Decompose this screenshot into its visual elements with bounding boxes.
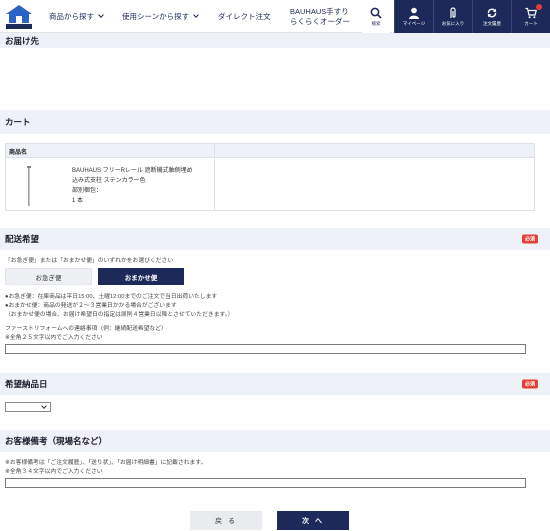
nav-direct-order-label: ダイレクト注文: [218, 12, 271, 21]
nav-direct-order[interactable]: ダイレクト注文: [218, 0, 271, 33]
section-title: 希望納品日: [5, 379, 48, 389]
remarks-input[interactable]: [5, 478, 526, 488]
contact-field-limit: ※全角２５文字以内でご入力ください: [5, 335, 103, 341]
desired-date-select[interactable]: [5, 402, 51, 412]
column-divider: [214, 144, 215, 210]
urgent-shipping-button[interactable]: お急ぎ便: [5, 268, 92, 285]
item-packaging: 部別梱包：: [72, 188, 103, 194]
col-product-name: 商品名: [9, 150, 28, 156]
item-name-line1: BAUHAUS フリーRレール 遮断機式軸側埋め: [72, 168, 193, 174]
shipping-note-date: （おまかせ便の場合、お届け希望日の指定は原則４営業日以降とさせていただきます。）: [5, 312, 234, 318]
shipping-prompt: 「お急ぎ便」または「おまかせ便」のいずれかをお選びください: [5, 258, 174, 264]
cart-item-info: BAUHAUS フリーRレール 遮断機式軸側埋め 込み式支柱 ステンカラー色 部…: [72, 166, 210, 206]
shipping-note-urgent: ●お急ぎ便：在庫商品は平日15:00、土曜12:00までのご注文で当日出荷いたし…: [5, 294, 218, 300]
required-badge: 必須: [521, 379, 538, 389]
nav-easy-order-line2: らくらくオーダー: [290, 16, 350, 26]
nav-scenes[interactable]: 使用シーンから探す: [122, 0, 199, 33]
remarks-note: ※お客様備考は「ご注文履歴」、「送り状」、「お届け明細書」に記載されます。: [5, 460, 207, 466]
search-label: 検索: [371, 20, 381, 26]
cart-badge: [536, 4, 542, 10]
standard-shipping-button[interactable]: おまかせ便: [98, 268, 184, 285]
favorites-button[interactable]: お気に入り: [433, 0, 472, 33]
section-shipping: 配送希望 必須: [0, 228, 550, 250]
section-remarks: お客様備考（現場名など）: [0, 430, 550, 452]
remarks-limit: ※全角３４文字以内でご入力ください: [5, 469, 103, 475]
section-title: お客様備考（現場名など）: [5, 436, 108, 446]
nav-easy-order-line1: BAUHAUS手すり: [290, 6, 349, 16]
shipping-note-standard: ●おまかせ便：商品の発送が２～３営業日かかる場合がございます: [5, 303, 177, 309]
mypage-button[interactable]: マイページ: [394, 0, 433, 33]
item-name-line2: 込み式支柱 ステンカラー色: [72, 178, 146, 184]
cart-button[interactable]: カート: [511, 0, 550, 33]
user-icon: [409, 7, 419, 19]
paperclip-icon: [450, 6, 456, 18]
chevron-down-icon: [41, 403, 47, 409]
section-title: 配送希望: [5, 234, 40, 244]
bauhaus-logo[interactable]: [5, 4, 33, 30]
order-history-label: 注文履歴: [483, 20, 501, 26]
nav-scenes-label: 使用シーンから探す: [122, 12, 190, 21]
section-cart: カート: [0, 110, 550, 134]
contact-field-label: ファーストリフォームへの連絡事項（例：継続配送希望など）: [5, 326, 167, 332]
search-button[interactable]: 検索: [362, 0, 390, 33]
contact-input[interactable]: [5, 344, 526, 354]
order-history-button[interactable]: 注文履歴: [472, 0, 511, 33]
section-delivery-address: お届け先: [0, 33, 550, 48]
next-button[interactable]: 次 へ: [277, 511, 349, 530]
cart-table-header: 商品名: [6, 144, 534, 158]
site-header: 商品から探す 使用シーンから探す ダイレクト注文 BAUHAUS手すり らくらく…: [0, 0, 550, 33]
chevron-down-icon: [98, 12, 104, 18]
cart-label: カート: [524, 20, 538, 26]
history-icon: [487, 8, 497, 17]
nav-products[interactable]: 商品から探す: [49, 0, 104, 33]
required-badge: 必須: [521, 234, 538, 244]
section-title: カート: [5, 117, 31, 127]
favorites-label: お気に入り: [441, 20, 465, 26]
cart-icon: [525, 7, 537, 18]
product-thumbnail[interactable]: [27, 166, 31, 206]
section-desired-date: 希望納品日 必須: [0, 373, 550, 395]
search-icon: [370, 7, 382, 19]
section-title: お届け先: [5, 35, 40, 46]
chevron-down-icon: [193, 12, 199, 18]
nav-easy-order[interactable]: BAUHAUS手すり らくらくオーダー: [290, 0, 350, 33]
mypage-label: マイページ: [402, 20, 426, 26]
cart-table: 商品名 BAUHAUS フリーRレール 遮断機式軸側埋め 込み式支柱 ステンカラ…: [5, 143, 535, 211]
item-quantity: 1 本: [72, 198, 84, 204]
back-button[interactable]: 戻 る: [190, 511, 262, 530]
nav-products-label: 商品から探す: [49, 12, 94, 21]
